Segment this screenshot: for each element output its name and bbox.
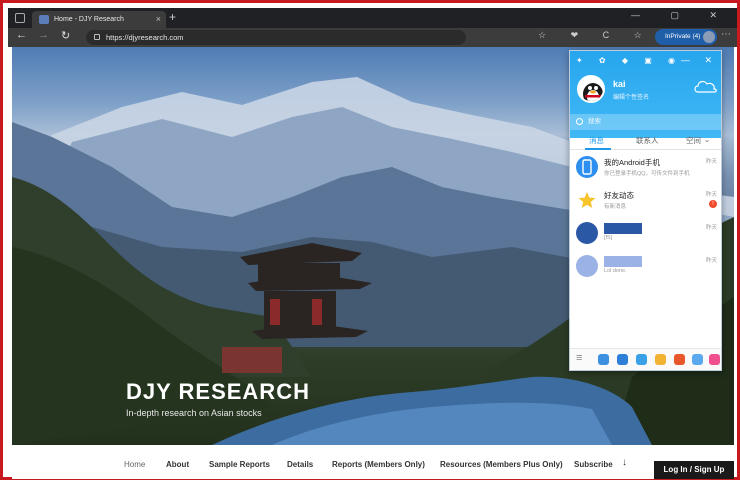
- qq-signature[interactable]: 编辑个性签名: [613, 92, 649, 101]
- qq-search-placeholder: 搜索: [588, 118, 601, 125]
- search-icon: [576, 118, 583, 125]
- tab-space[interactable]: 空间: [686, 135, 701, 146]
- conversation-time: 昨天: [705, 225, 717, 231]
- profile-avatar-icon: [703, 31, 715, 43]
- address-bar[interactable]: https://djyresearch.com: [86, 30, 466, 45]
- qq-top-icons[interactable]: ✦ ✿ ◆ ▣ ◉: [576, 56, 682, 65]
- site-favicon-icon: [39, 15, 49, 24]
- screenshot-frame: Home - DJY Research × + — ▢ ✕ ← → ↻ http…: [0, 0, 740, 480]
- weather-cloud-icon[interactable]: [692, 77, 718, 95]
- forward-button[interactable]: →: [38, 29, 49, 41]
- qq-window-buttons[interactable]: — ✕: [681, 55, 718, 66]
- redacted-name: [604, 223, 642, 234]
- site-subtitle: In-depth research on Asian stocks: [126, 408, 262, 418]
- contacts-icon[interactable]: [598, 354, 609, 365]
- nav-resources-members-plus[interactable]: Resources (Members Plus Only): [440, 460, 563, 469]
- window-controls[interactable]: — ▢ ✕: [631, 10, 731, 21]
- qq-username[interactable]: kai: [613, 79, 626, 89]
- browser-tab[interactable]: Home - DJY Research ×: [32, 11, 166, 28]
- conversation-title: 我的Android手机: [604, 158, 660, 167]
- conversation-preview: 有新消息: [604, 204, 627, 210]
- nav-about[interactable]: About: [166, 460, 189, 469]
- lock-icon[interactable]: [94, 34, 100, 40]
- music-icon[interactable]: [674, 354, 685, 365]
- apps-icon[interactable]: [709, 354, 720, 365]
- active-tab-indicator: [585, 148, 611, 150]
- conversation-item[interactable]: 好友动态 有新消息 昨天 !: [570, 185, 721, 218]
- browser-tab-bar: Home - DJY Research × + — ▢ ✕: [8, 8, 737, 28]
- star-icon: [576, 189, 598, 211]
- qq-avatar[interactable]: [577, 75, 605, 103]
- nav-home[interactable]: Home: [124, 460, 145, 469]
- contact-avatar: [576, 222, 598, 244]
- nav-reports-members[interactable]: Reports (Members Only): [332, 460, 425, 469]
- chevron-down-icon[interactable]: ⌄: [704, 135, 710, 144]
- nav-sample-reports[interactable]: Sample Reports: [209, 460, 270, 469]
- mail-icon[interactable]: [636, 354, 647, 365]
- login-signup-button[interactable]: Log In / Sign Up: [654, 461, 734, 479]
- conversation-preview: 你已登录手机QQ，可传文件到手机: [604, 171, 690, 177]
- conversation-title: 好友动态: [604, 191, 634, 200]
- redacted-name: [604, 256, 642, 267]
- nav-subscribe[interactable]: Subscribe: [574, 460, 613, 469]
- files-icon[interactable]: [617, 354, 628, 365]
- qq-header: ✦ ✿ ◆ ▣ ◉ — ✕ kai 编辑个性签名 搜索: [570, 51, 721, 138]
- reload-button[interactable]: ↻: [61, 29, 70, 42]
- conversation-preview: Lol done.: [604, 268, 627, 274]
- conversation-time: 昨天: [705, 258, 717, 264]
- tab-close-icon[interactable]: ×: [156, 11, 161, 28]
- more-menu-icon[interactable]: ⋯: [721, 29, 731, 40]
- inprivate-label: InPrivate (4): [665, 33, 701, 40]
- unread-badge: !: [709, 200, 717, 208]
- conversation-time: 昨天: [705, 159, 717, 165]
- penguin-icon: [583, 83, 603, 101]
- conversation-item[interactable]: 我的Android手机 你已登录手机QQ，可传文件到手机 昨天: [570, 152, 721, 185]
- search-toggle-icon[interactable]: ↓: [622, 457, 627, 468]
- weiyun-icon[interactable]: [692, 354, 703, 365]
- main-menu-icon[interactable]: ≡: [576, 352, 582, 364]
- conversation-item[interactable]: Lol done. 昨天: [570, 251, 721, 284]
- url-text: https://djyresearch.com: [106, 33, 184, 42]
- qq-tab-bar: 消息 联系人 空间 ⌄: [570, 131, 721, 150]
- tab-title: Home - DJY Research: [54, 16, 124, 23]
- conversation-preview: [fS]: [604, 235, 613, 241]
- tab-messages[interactable]: 消息: [589, 135, 604, 146]
- tab-contacts[interactable]: 联系人: [636, 135, 659, 146]
- android-phone-icon: [576, 156, 598, 178]
- inprivate-button[interactable]: InPrivate (4): [655, 29, 717, 45]
- qq-bottom-toolbar: ≡: [570, 348, 721, 370]
- browser-toolbar: ← → ↻ https://djyresearch.com ☆ ❤ C ☆ ⧉ …: [8, 28, 737, 47]
- qq-search-input[interactable]: 搜索: [570, 114, 721, 130]
- contact-avatar: [576, 255, 598, 277]
- new-tab-button[interactable]: +: [169, 10, 176, 24]
- back-button[interactable]: ←: [16, 29, 27, 41]
- conversation-item[interactable]: [fS] 昨天: [570, 218, 721, 251]
- qq-panel: ✦ ✿ ◆ ▣ ◉ — ✕ kai 编辑个性签名 搜索 消息 联系人 空间 ⌄ …: [569, 50, 722, 371]
- workspaces-icon[interactable]: [15, 13, 25, 23]
- site-title[interactable]: DJY RESEARCH: [126, 379, 310, 405]
- site-navigation: Home About Sample Reports Details Report…: [12, 445, 734, 479]
- nav-details[interactable]: Details: [287, 460, 313, 469]
- game-icon[interactable]: [655, 354, 666, 365]
- conversation-time: 昨天: [705, 192, 717, 198]
